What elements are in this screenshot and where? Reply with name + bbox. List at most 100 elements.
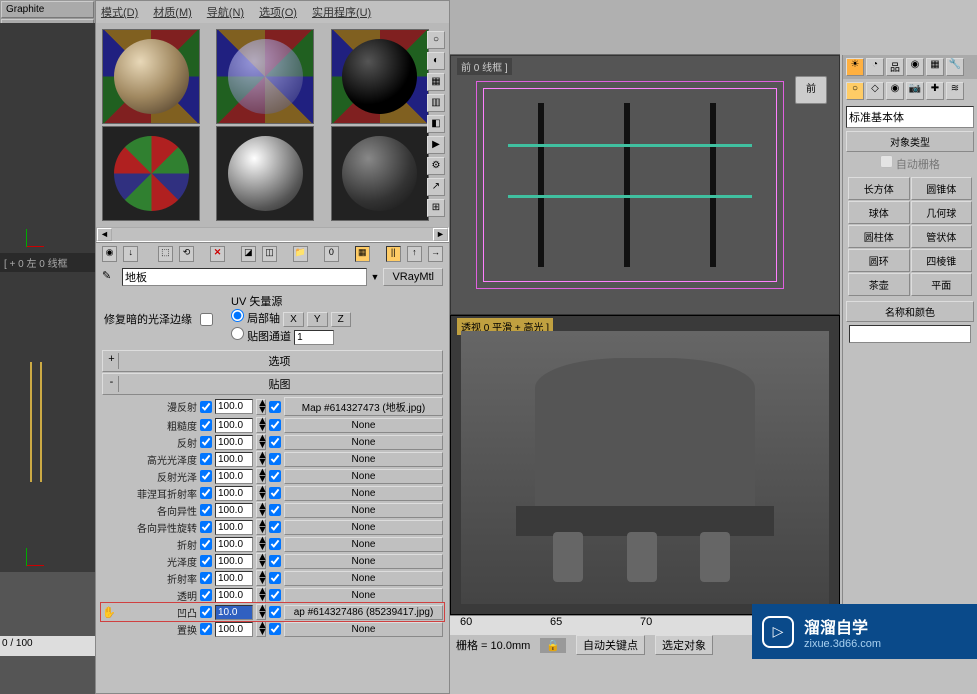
scroll-left-icon[interactable]: ◄	[97, 228, 112, 241]
show-map-viewport-icon[interactable]: ▦	[355, 246, 370, 262]
map-amount-input[interactable]	[215, 537, 253, 552]
map-enable-checkbox[interactable]	[200, 470, 212, 482]
viewport-left-label[interactable]: [ + 0 左 0 线框	[0, 253, 95, 272]
create-tab-icon[interactable]: ☀	[846, 58, 864, 76]
map-enable-checkbox[interactable]	[200, 538, 212, 550]
material-slot-2[interactable]	[216, 29, 314, 124]
spinner-buttons[interactable]: ▲▼	[256, 417, 266, 433]
maps-section-header[interactable]: - 贴图	[102, 373, 443, 395]
dark-edge-checkbox[interactable]	[200, 313, 213, 326]
spinner-buttons[interactable]: ▲▼	[256, 434, 266, 450]
reset-map-icon[interactable]: ⟲	[179, 246, 194, 262]
menu-material[interactable]: 材质(M)	[153, 4, 192, 20]
map-channel-radio[interactable]	[231, 327, 244, 340]
delete-icon[interactable]: ✕	[210, 246, 225, 262]
object-name-input[interactable]	[849, 325, 971, 343]
map-slot-button[interactable]: None	[284, 486, 443, 501]
selected-obj-button[interactable]: 选定对象	[655, 635, 713, 655]
map-on-checkbox[interactable]	[269, 419, 281, 431]
lights-tab-icon[interactable]: ◉	[886, 82, 904, 100]
menu-options[interactable]: 选项(O)	[259, 4, 297, 20]
primitive-button[interactable]: 球体	[848, 201, 910, 224]
primitive-button[interactable]: 几何球	[911, 201, 973, 224]
map-slot-button[interactable]: None	[284, 435, 443, 450]
map-amount-input[interactable]	[215, 452, 253, 467]
primitive-button[interactable]: 圆锥体	[911, 177, 973, 200]
material-slot-3[interactable]	[331, 29, 429, 124]
options-section-header[interactable]: + 选项	[102, 350, 443, 372]
modify-tab-icon[interactable]: ◔	[866, 58, 884, 76]
get-material-icon[interactable]: ◉	[102, 246, 117, 262]
primitive-button[interactable]: 茶壶	[848, 273, 910, 296]
map-slot-button[interactable]: None	[284, 622, 443, 637]
spacewarps-tab-icon[interactable]: ≋	[946, 82, 964, 100]
map-on-checkbox[interactable]	[269, 521, 281, 533]
map-slot-button[interactable]: None	[284, 571, 443, 586]
spinner-buttons[interactable]: ▲▼	[256, 468, 266, 484]
axis-z-button[interactable]: Z	[331, 312, 351, 327]
map-on-checkbox[interactable]	[269, 470, 281, 482]
lock-icon[interactable]: 🔒	[540, 638, 566, 653]
local-axis-radio[interactable]	[231, 309, 244, 322]
map-on-checkbox[interactable]	[269, 487, 281, 499]
cameras-tab-icon[interactable]: 📷	[906, 82, 924, 100]
material-scroll-h[interactable]: ◄ ►	[96, 227, 449, 242]
map-enable-checkbox[interactable]	[200, 453, 212, 465]
display-tab-icon[interactable]: ▦	[926, 58, 944, 76]
eyedropper-icon[interactable]: ✎	[102, 269, 118, 285]
map-enable-checkbox[interactable]	[200, 504, 212, 516]
assign-to-sel-icon[interactable]: ⬚	[158, 246, 173, 262]
object-type-header[interactable]: 对象类型	[846, 131, 974, 152]
put-to-lib-icon[interactable]: 📁	[293, 246, 308, 262]
map-enable-checkbox[interactable]	[200, 606, 212, 618]
name-color-header[interactable]: 名称和颜色	[846, 301, 974, 322]
menu-mode[interactable]: 模式(D)	[101, 4, 138, 20]
sample-uv-icon[interactable]: ▥	[427, 94, 445, 112]
primitive-button[interactable]: 长方体	[848, 177, 910, 200]
spinner-buttons[interactable]: ▲▼	[256, 587, 266, 603]
viewport-top[interactable]	[0, 23, 95, 253]
sample-type-icon[interactable]: ○	[427, 31, 445, 49]
viewport-front[interactable]: 前 0 线框 ] 前	[450, 55, 840, 315]
shapes-tab-icon[interactable]: ◇	[866, 82, 884, 100]
options-icon[interactable]: ⚙	[427, 157, 445, 175]
geometry-tab-icon[interactable]: ○	[846, 82, 864, 100]
map-enable-checkbox[interactable]	[200, 401, 212, 413]
map-on-checkbox[interactable]	[269, 589, 281, 601]
map-amount-input[interactable]	[215, 399, 253, 414]
material-name-input[interactable]	[122, 268, 367, 286]
helpers-tab-icon[interactable]: ✚	[926, 82, 944, 100]
scroll-right-icon[interactable]: ►	[433, 228, 448, 241]
map-on-checkbox[interactable]	[269, 453, 281, 465]
map-slot-button[interactable]: Map #614327473 (地板.jpg)	[284, 397, 443, 416]
map-amount-input[interactable]	[215, 486, 253, 501]
background-icon[interactable]: ▦	[427, 73, 445, 91]
map-on-checkbox[interactable]	[269, 401, 281, 413]
show-end-result-icon[interactable]: ||	[386, 246, 401, 262]
map-on-checkbox[interactable]	[269, 538, 281, 550]
primitive-button[interactable]: 圆柱体	[848, 225, 910, 248]
map-on-checkbox[interactable]	[269, 436, 281, 448]
collapse-icon[interactable]: -	[105, 376, 119, 392]
primitive-button[interactable]: 平面	[911, 273, 973, 296]
map-slot-button[interactable]: None	[284, 554, 443, 569]
material-slot-6[interactable]	[331, 126, 429, 221]
map-enable-checkbox[interactable]	[200, 555, 212, 567]
video-check-icon[interactable]: ◧	[427, 115, 445, 133]
spinner-buttons[interactable]: ▲▼	[256, 604, 266, 620]
map-amount-input[interactable]	[215, 554, 253, 569]
viewport-perspective[interactable]: 透视 0 平滑 + 高光 ] 前	[450, 315, 840, 615]
map-channel-input[interactable]	[294, 330, 334, 345]
map-slot-button[interactable]: None	[284, 537, 443, 552]
preview-icon[interactable]: ▶	[427, 136, 445, 154]
map-slot-button[interactable]: ap #614327486 (85239417.jpg)	[284, 605, 443, 620]
put-to-scene-icon[interactable]: ↓	[123, 246, 138, 262]
motion-tab-icon[interactable]: ◉	[906, 58, 924, 76]
map-slot-button[interactable]: None	[284, 452, 443, 467]
primitive-button[interactable]: 四棱锥	[911, 249, 973, 272]
map-enable-checkbox[interactable]	[200, 419, 212, 431]
material-slot-4[interactable]	[102, 126, 200, 221]
material-type-button[interactable]: VRayMtl	[383, 268, 443, 286]
go-to-parent-icon[interactable]: ↑	[407, 246, 422, 262]
map-amount-input[interactable]	[215, 503, 253, 518]
